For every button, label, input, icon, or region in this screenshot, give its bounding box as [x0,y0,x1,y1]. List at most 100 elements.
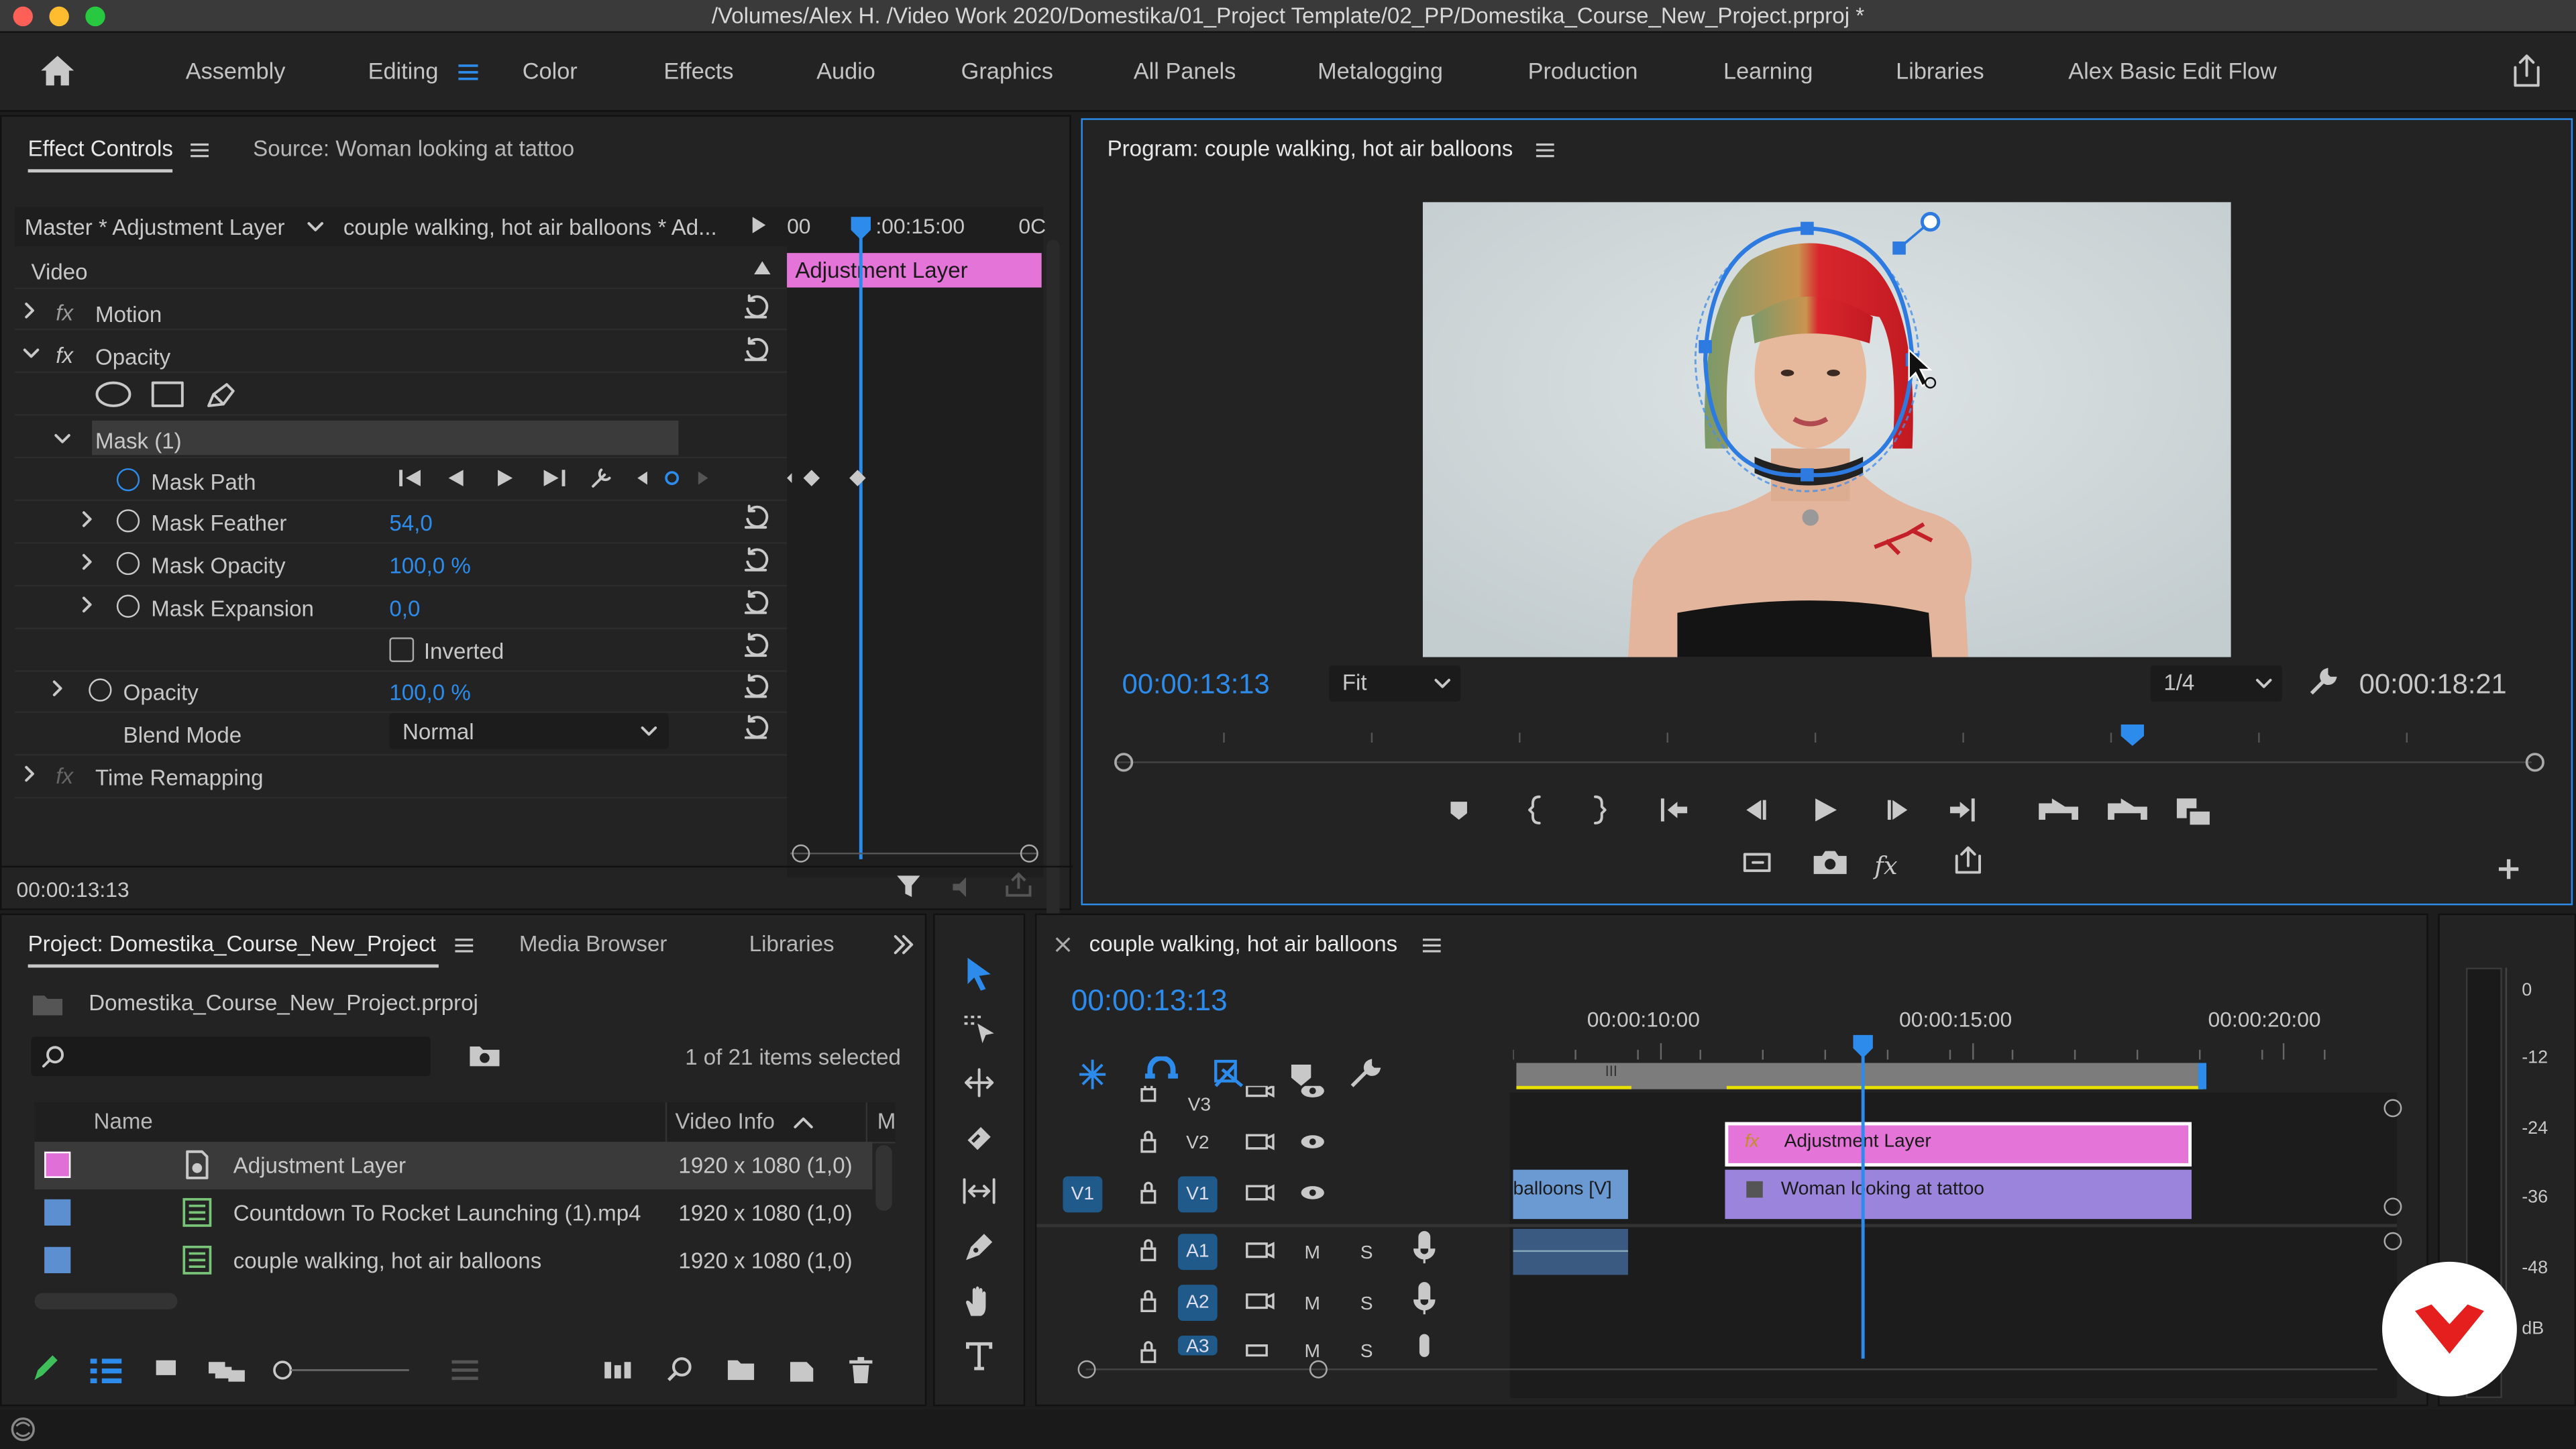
transport-controls[interactable]: fx [1444,794,2233,896]
mask-expansion-value[interactable]: 0,0 [389,596,420,621]
blend-mode-dropdown[interactable]: Normal [389,712,669,749]
hand-tool-icon[interactable] [961,1283,998,1320]
reset-motion-icon[interactable] [743,294,769,320]
inverted-checkbox[interactable] [389,637,415,662]
opacity-stopwatch-icon[interactable] [89,678,112,702]
effect-controls-timecode[interactable]: 00:00:13:13 [16,877,129,902]
timeline-playhead-icon[interactable] [1851,1033,1874,1059]
panel-menu-icon[interactable] [1536,143,1554,158]
tab-libraries[interactable]: Libraries [749,932,835,957]
time-remapping-label[interactable]: Time Remapping [95,765,264,790]
mute-a2-button[interactable]: M [1305,1295,1320,1314]
expand-time-remap-chevron-icon[interactable] [23,765,36,782]
tab-effect-controls[interactable]: Effect Controls [28,136,173,161]
feather-stopwatch-icon[interactable] [116,509,140,533]
adjustment-layer-clip[interactable]: Adjustment Layer [787,253,1042,288]
ellipse-mask-icon[interactable] [95,381,131,407]
zoom-handle-right[interactable] [1309,1360,1328,1379]
audio-loop-icon[interactable] [950,875,979,898]
razor-tool-icon[interactable] [961,1120,998,1157]
chevron-down-icon[interactable] [307,222,323,233]
vertical-scrollbar[interactable] [1046,239,1060,947]
program-timecode[interactable]: 00:00:13:13 [1122,669,1270,702]
mask-label[interactable]: Mask (1) [95,429,182,453]
expansion-stopwatch-icon[interactable] [116,594,140,618]
source-v1-patch[interactable]: V1 [1063,1176,1103,1213]
workspace-effects[interactable]: Effects [663,58,733,84]
program-scrubber[interactable] [1109,720,2548,775]
export-frame-icon[interactable] [1004,872,1033,898]
project-item-row[interactable]: Countdown To Rocket Launching (1).mp4 19… [34,1189,872,1237]
workspace-libraries[interactable]: Libraries [1896,58,1984,84]
expand-opacity-value-chevron-icon[interactable] [51,680,64,696]
scroll-handle[interactable] [2383,1197,2402,1216]
scroll-handle[interactable] [2383,1232,2402,1250]
reset-mask-opacity-icon[interactable] [743,547,769,574]
playhead-icon[interactable] [849,215,872,241]
reset-expansion-icon[interactable] [743,590,769,616]
time-ruler[interactable] [1513,1040,2367,1060]
timeline-timecode[interactable]: 00:00:13:13 [1071,984,1228,1018]
sort-ascending-icon[interactable] [794,1116,813,1129]
mute-a1-button[interactable]: M [1305,1244,1320,1263]
workspace-learning[interactable]: Learning [1723,58,1813,84]
workspace-metalogging[interactable]: Metalogging [1318,58,1443,84]
workspace-graphics[interactable]: Graphics [961,58,1053,84]
column-media[interactable]: M [877,1109,896,1134]
wrench-icon[interactable] [2308,667,2338,696]
zoom-handle-left[interactable] [1077,1360,1096,1379]
label-color-swatch[interactable] [44,1151,71,1178]
reset-opacity-value-icon[interactable] [743,674,769,700]
collapse-up-icon[interactable] [754,261,771,274]
expand-expansion-chevron-icon[interactable] [80,596,94,612]
ripple-edit-tool-icon[interactable] [961,1066,998,1099]
expand-feather-chevron-icon[interactable] [80,511,94,527]
workspace-audio[interactable]: Audio [816,58,875,84]
new-bin-from-search-icon[interactable] [468,1042,501,1068]
slip-tool-icon[interactable] [961,1175,998,1208]
resolution-dropdown[interactable]: 1/4 [2150,665,2282,702]
project-toolbar[interactable] [32,1352,885,1385]
workspace-editing[interactable]: Editing [368,58,439,84]
tab-media-browser[interactable]: Media Browser [519,932,667,957]
effect-timeline[interactable] [787,207,1044,877]
project-item-row[interactable]: Adjustment Layer 1920 x 1080 (1,0) [34,1142,873,1190]
zoom-handle-right[interactable] [1020,844,1038,863]
play-arrow-icon[interactable] [752,217,766,233]
panel-menu-icon[interactable] [191,143,209,158]
tab-project[interactable]: Project: Domestika_Course_New_Project [28,932,436,957]
workspace-production[interactable]: Production [1528,58,1638,84]
expand-mask-chevron-icon[interactable] [54,432,70,445]
balloons-audio-clip[interactable] [1513,1228,1628,1275]
reset-opacity-icon[interactable] [743,337,769,363]
close-tab-icon[interactable] [1055,936,1071,953]
selection-tool-icon[interactable] [961,955,998,994]
panel-menu-icon[interactable] [1422,938,1441,953]
pen-mask-icon[interactable] [205,380,238,409]
mask-opacity-value[interactable]: 100,0 % [389,553,470,578]
vertical-scrollbar[interactable] [875,1144,892,1211]
reset-blend-icon[interactable] [743,714,769,741]
expand-mask-opacity-chevron-icon[interactable] [80,553,94,570]
tab-source[interactable]: Source: Woman looking at tattoo [253,136,574,161]
track-controls[interactable] [1132,1085,1444,1365]
more-tabs-icon[interactable] [892,934,915,955]
project-item-row[interactable]: couple walking, hot air balloons 1920 x … [34,1237,872,1285]
workspace-alex-basic-edit-flow[interactable]: Alex Basic Edit Flow [2068,58,2277,84]
reset-inverted-icon[interactable] [743,633,769,659]
solo-a2-button[interactable]: S [1360,1295,1373,1314]
project-search-input[interactable] [31,1036,431,1077]
column-video-info[interactable]: Video Info [676,1109,775,1134]
panel-menu-icon[interactable] [455,938,474,953]
solo-a3-button[interactable]: S [1360,1342,1373,1362]
rectangle-mask-icon[interactable] [151,381,184,407]
workspace-assembly[interactable]: Assembly [186,58,286,84]
workspace-color[interactable]: Color [523,58,578,84]
opacity-value[interactable]: 100,0 % [389,680,470,705]
mask-path-stopwatch-icon[interactable] [116,468,140,492]
tab-program[interactable]: Program: couple walking, hot air balloon… [1108,136,1513,161]
background-tasks-icon[interactable] [7,1416,40,1442]
horizontal-scrollbar[interactable] [34,1293,178,1309]
column-name[interactable]: Name [94,1109,153,1134]
expand-opacity-chevron-icon[interactable] [23,347,40,360]
